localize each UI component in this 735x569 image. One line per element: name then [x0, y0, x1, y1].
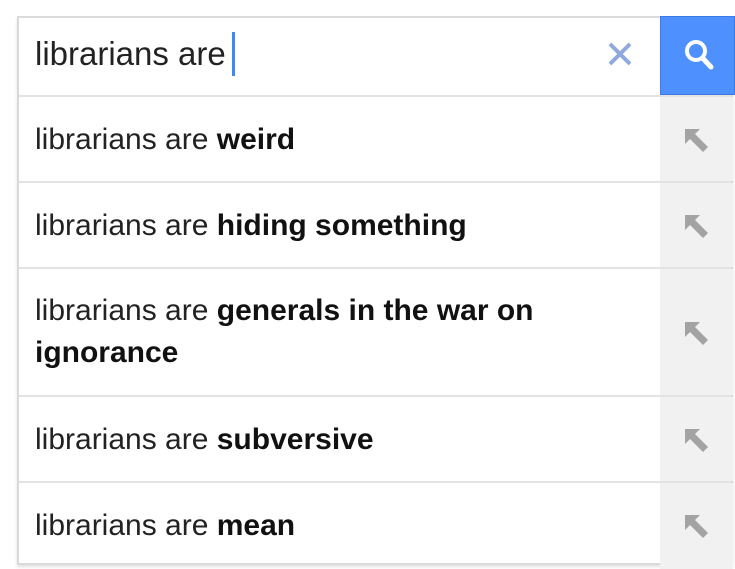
suggestion-text: librarians are mean — [35, 509, 296, 542]
close-icon — [608, 42, 632, 66]
suggestion-item[interactable]: librarians are weird — [19, 97, 733, 183]
suggestion-item[interactable]: librarians are subversive — [19, 397, 733, 483]
suggestion-item[interactable]: librarians are generals in the war on ig… — [19, 269, 733, 397]
arrow-up-left-icon — [685, 215, 708, 238]
suggestion-text: librarians are generals in the war on ig… — [35, 294, 534, 369]
arrow-up-left-icon — [685, 429, 708, 452]
suggestion-text: librarians are hiding something — [35, 209, 467, 242]
arrow-up-left-icon — [685, 322, 708, 345]
suggestion-text: librarians are weird — [35, 123, 296, 156]
fill-query-button[interactable] — [660, 269, 733, 395]
fill-query-button[interactable] — [660, 397, 733, 481]
suggestion-text: librarians are subversive — [35, 423, 374, 456]
arrow-up-left-icon — [685, 515, 708, 538]
suggestion-list: librarians are weird librarians are hidi… — [19, 97, 733, 569]
search-button[interactable] — [660, 16, 735, 95]
suggestion-item[interactable]: librarians are mean — [19, 483, 733, 569]
fill-query-button[interactable] — [660, 183, 733, 267]
text-caret — [231, 32, 235, 77]
search-query-text: librarians are — [35, 35, 226, 72]
search-box: librarians are — [19, 16, 735, 97]
fill-query-button[interactable] — [660, 483, 733, 569]
clear-button[interactable] — [602, 36, 638, 72]
search-icon — [685, 40, 714, 70]
fill-query-button[interactable] — [660, 97, 733, 181]
suggestion-item[interactable]: librarians are hiding something — [19, 183, 733, 269]
search-autocomplete-widget: librarians are librarians are weird libr… — [17, 16, 735, 569]
arrow-up-left-icon — [685, 129, 708, 152]
search-input[interactable]: librarians are — [35, 18, 235, 95]
